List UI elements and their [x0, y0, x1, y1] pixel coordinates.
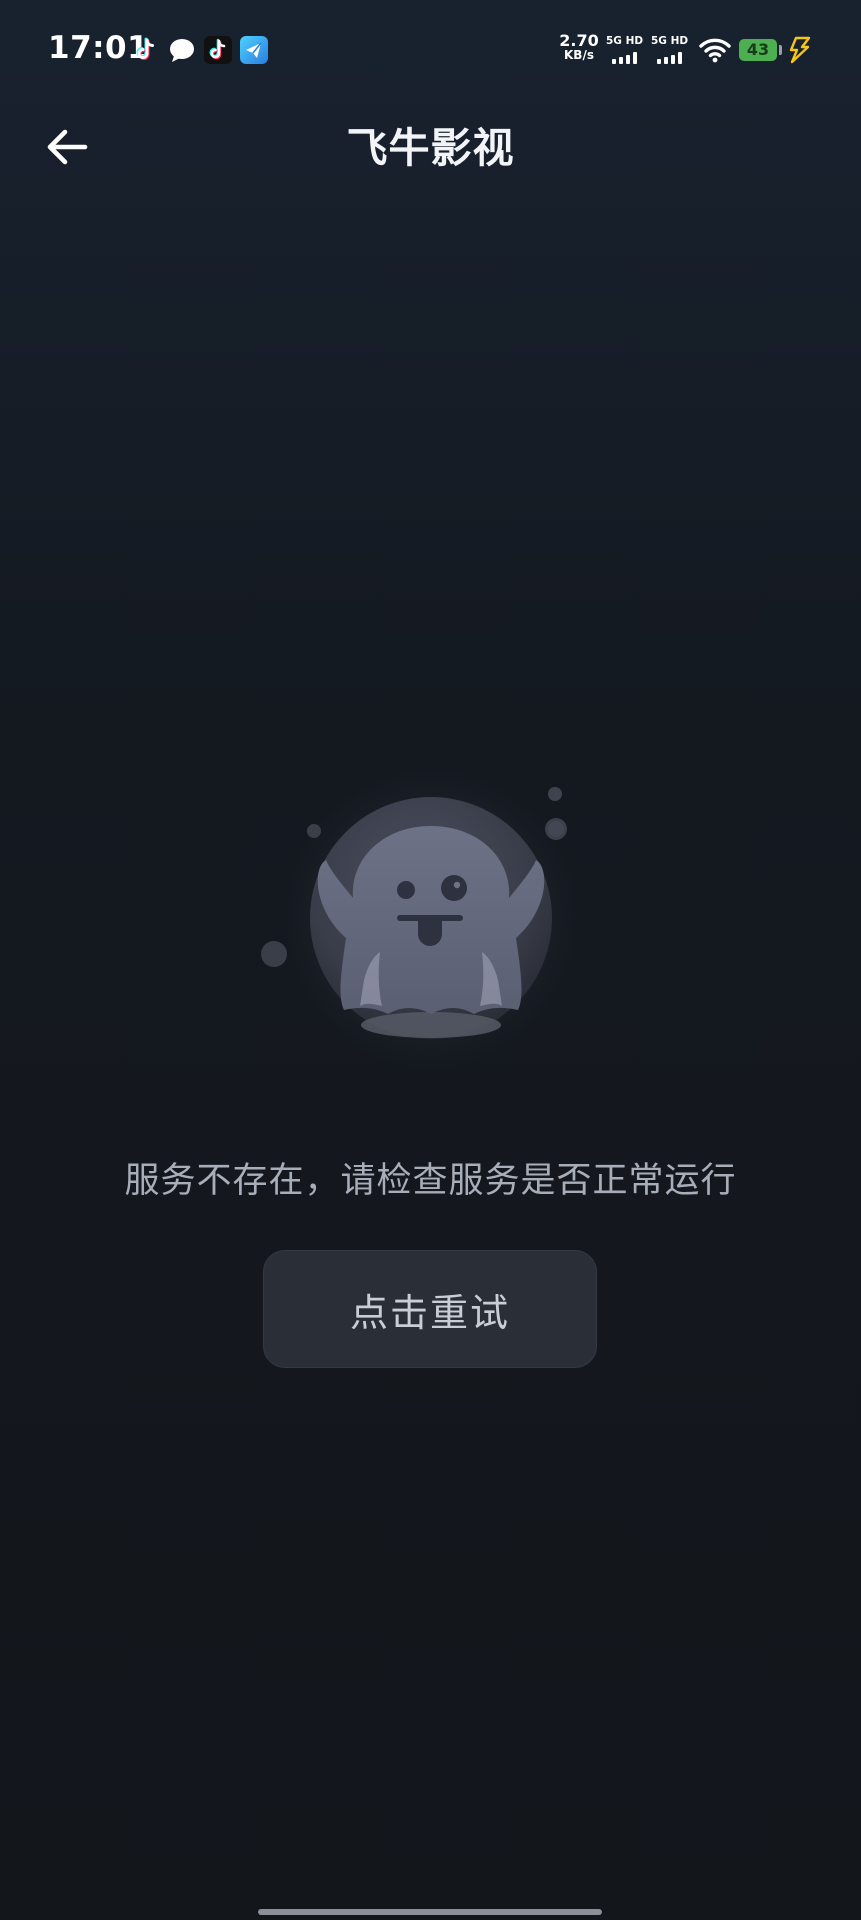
- message-icon: [170, 39, 194, 62]
- tiktok-icon: [204, 36, 232, 64]
- charging-icon: [789, 36, 811, 64]
- page-title: 飞牛影视: [346, 124, 515, 172]
- error-message: 服务不存在，请检查服务是否正常运行: [124, 1161, 737, 1201]
- sim1-signal: 5G HD: [606, 35, 644, 65]
- ghost-illustration: [261, 770, 581, 1068]
- sim2-label: 5G HD: [651, 35, 689, 47]
- network-speed-unit: KB/s: [564, 48, 594, 62]
- sim2-signal: 5G HD: [651, 35, 689, 65]
- battery-icon: 43: [739, 39, 782, 61]
- network-speed-value: 2.70: [559, 31, 599, 50]
- home-indicator[interactable]: [258, 1909, 602, 1915]
- status-bar: 17:01 2.70 KB/s 5G HD 5G HD 43: [0, 0, 861, 100]
- network-speed: 2.70 KB/s: [558, 33, 600, 63]
- retry-button[interactable]: 点击重试: [263, 1250, 597, 1368]
- messenger-app-icon: [240, 36, 268, 64]
- tiktok-icon: [136, 37, 154, 60]
- sim1-label: 5G HD: [606, 35, 644, 47]
- wifi-icon: [699, 38, 731, 63]
